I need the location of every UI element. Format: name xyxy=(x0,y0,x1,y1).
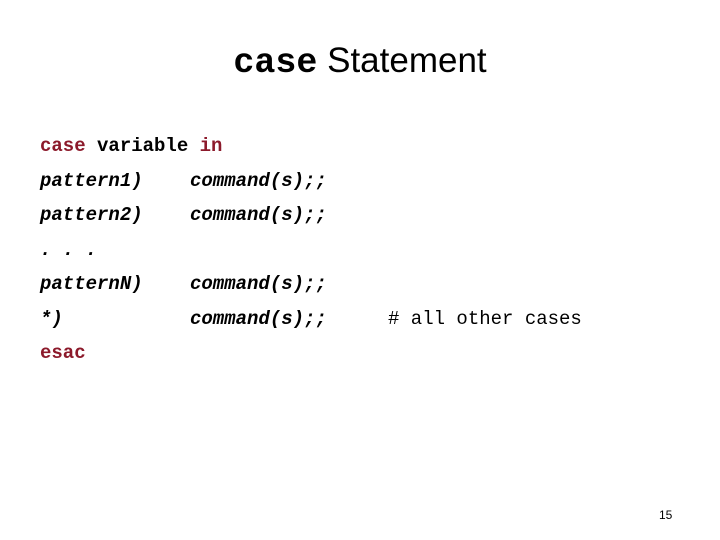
command-label-default: command(s);; xyxy=(190,307,327,330)
title-keyword: case xyxy=(233,43,318,83)
keyword-esac: esac xyxy=(40,342,86,364)
slide: case Statement case variable in pattern1… xyxy=(0,0,720,540)
comment-all-other-cases: # all other cases xyxy=(388,307,582,330)
ellipsis-marker: . . . xyxy=(40,238,98,261)
command-label-1: command(s);; xyxy=(190,169,327,192)
variable-name: variable xyxy=(97,135,189,157)
code-line-pattern2: pattern2) command(s);; xyxy=(40,198,700,233)
code-line-patternN: patternN) command(s);; xyxy=(40,267,700,302)
title-separator xyxy=(317,41,327,80)
page-number: 15 xyxy=(659,508,673,522)
code-line-esac: esac xyxy=(40,336,700,371)
command-label-2: command(s);; xyxy=(190,204,327,226)
code-line-ellipsis: . . . xyxy=(40,233,700,268)
space-2 xyxy=(188,135,199,157)
space-1 xyxy=(86,135,97,157)
pattern-label-2: pattern2) xyxy=(40,204,143,226)
keyword-case: case xyxy=(40,135,86,157)
pattern-label-n: patternN) xyxy=(40,273,143,295)
title-rest: Statement xyxy=(327,41,487,80)
keyword-in: in xyxy=(199,135,223,157)
command-label-n: command(s);; xyxy=(190,273,327,295)
page-title: case Statement xyxy=(0,41,720,83)
code-line-default-case: *) command(s);; # all other cases xyxy=(40,302,700,337)
pattern-label-default: *) xyxy=(40,307,63,330)
code-line-pattern1: pattern1) command(s);; xyxy=(40,164,700,199)
pattern-label-1: pattern1) xyxy=(40,169,143,192)
code-block: case variable in pattern1) command(s);; p… xyxy=(40,129,700,371)
code-line-case-header: case variable in xyxy=(40,129,700,164)
